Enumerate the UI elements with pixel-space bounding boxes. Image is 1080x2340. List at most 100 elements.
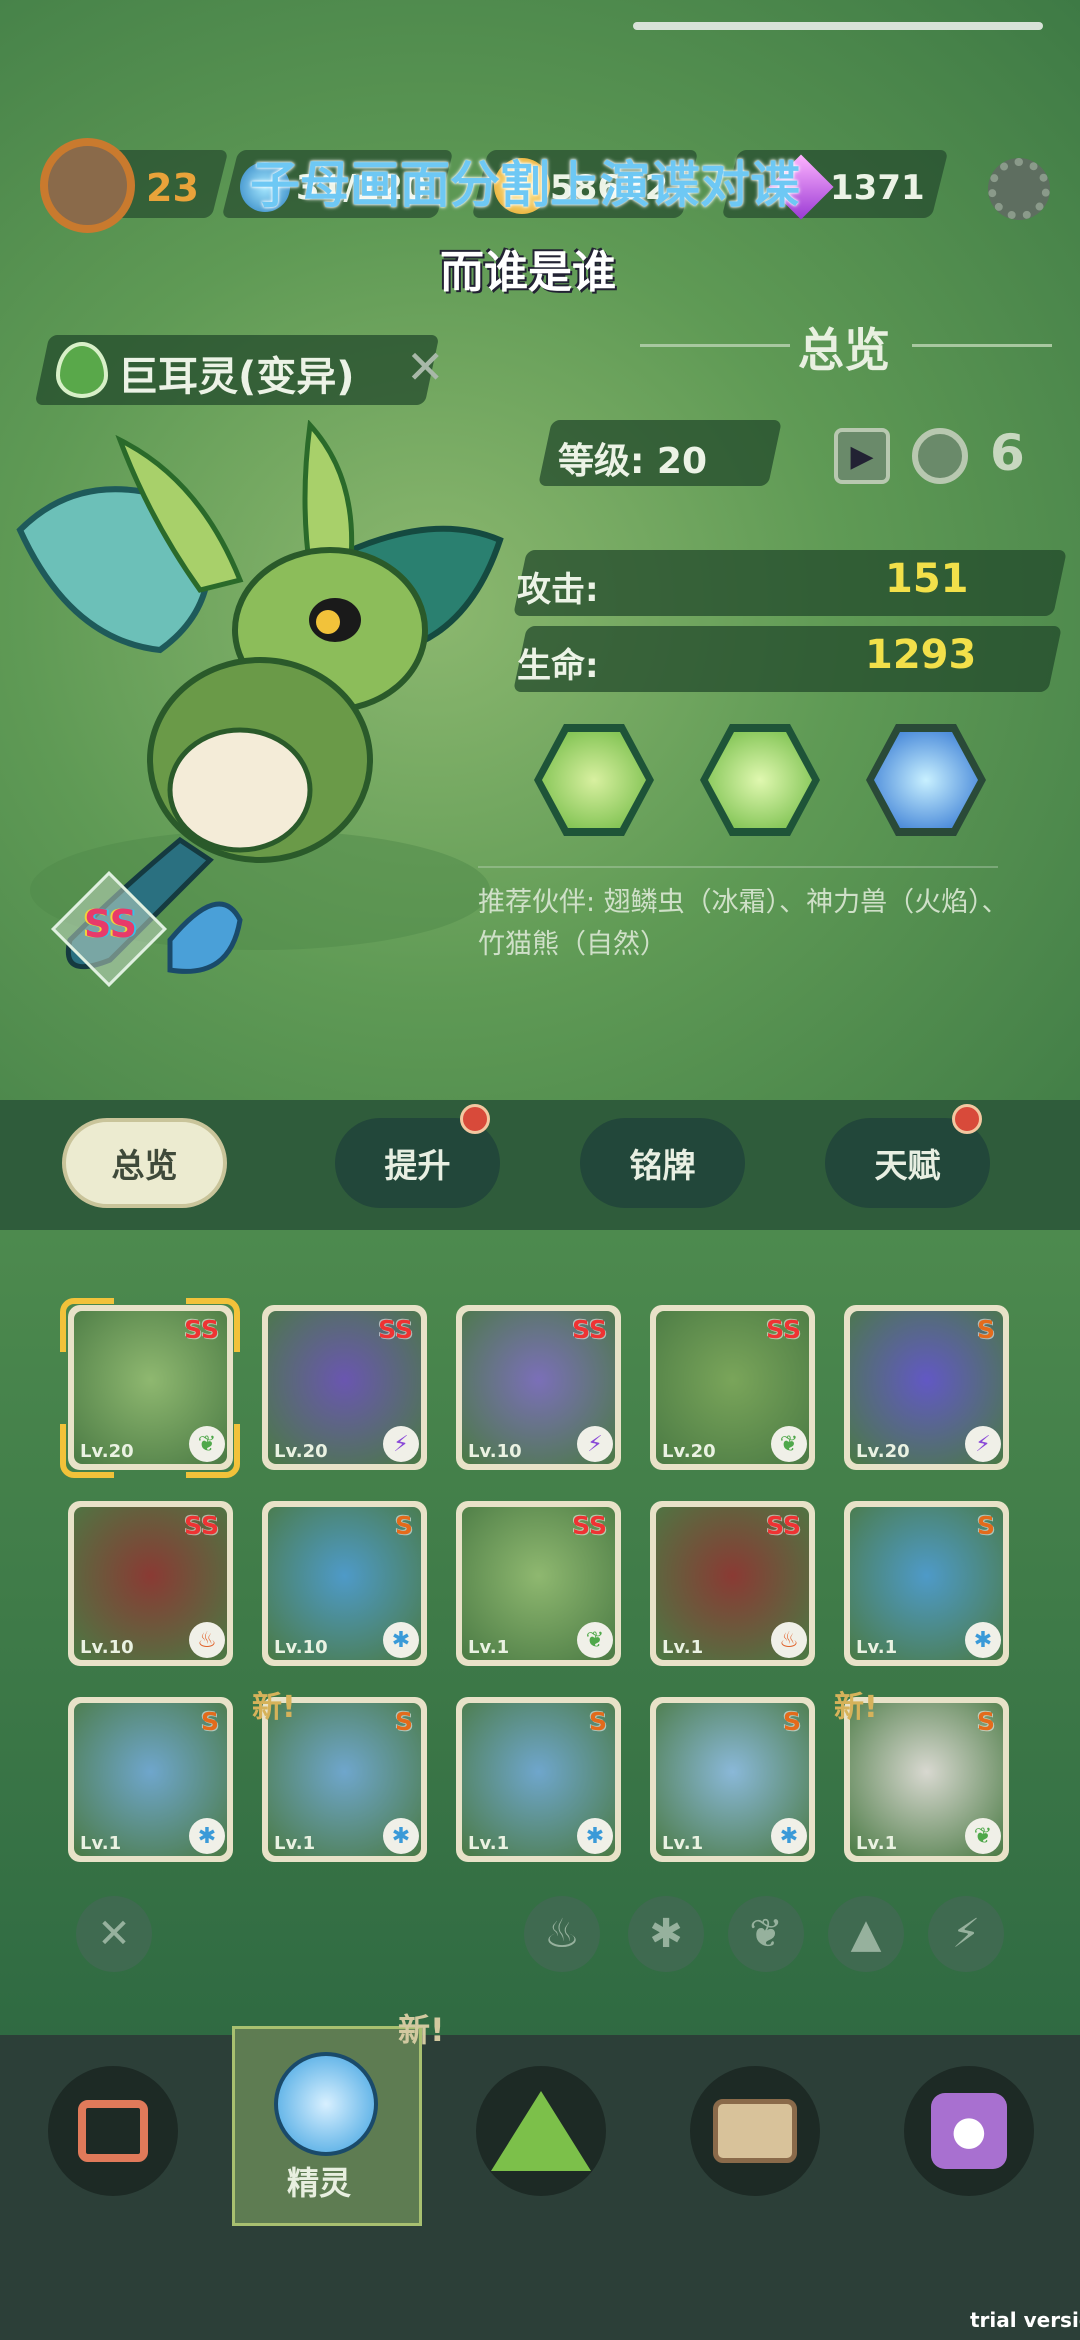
notification-dot	[952, 1104, 982, 1134]
ice-element-icon: ✱	[189, 1818, 225, 1854]
card-level: Lv.1	[274, 1833, 316, 1854]
tab-nameplate[interactable]: 铭牌	[580, 1118, 745, 1208]
monster-card[interactable]: S Lv.1 ✱	[650, 1697, 815, 1862]
monster-card[interactable]: SS Lv.10 ⚡	[456, 1305, 621, 1470]
bolt-element-icon: ⚡	[383, 1426, 419, 1462]
nav-label-spirit[interactable]: 精灵	[287, 2158, 351, 2204]
divider	[478, 866, 998, 868]
monster-portrait: SS Lv.20 ⚡	[268, 1311, 421, 1464]
system-bar	[633, 22, 1043, 30]
monster-portrait: S Lv.1 ✱	[74, 1703, 227, 1856]
nav-map-button[interactable]: ●	[904, 2066, 1034, 2196]
card-level: Lv.20	[274, 1441, 328, 1462]
card-level: Lv.10	[80, 1637, 134, 1658]
card-rank: SS	[766, 1315, 801, 1344]
monster-card[interactable]: S Lv.1 ✱	[844, 1501, 1009, 1666]
bolt-element-icon: ⚡	[965, 1426, 1001, 1462]
monster-portrait: S Lv.1 ✱	[850, 1507, 1003, 1660]
monster-card[interactable]: SS Lv.20 ⚡	[262, 1305, 427, 1470]
monster-card[interactable]: SS Lv.20 ❦	[650, 1305, 815, 1470]
attack-label: 攻击:	[517, 570, 599, 610]
card-rank: SS	[572, 1315, 607, 1344]
new-badge: 新!	[834, 1690, 878, 1725]
card-rank: S	[394, 1707, 413, 1736]
card-level: Lv.1	[80, 1833, 122, 1854]
ice-element-icon: ✱	[771, 1818, 807, 1854]
leaf-element-icon: ❦	[577, 1622, 613, 1658]
recommend-text: 推荐伙伴: 翅鳞虫（冰霜）、神力兽（火焰）、竹猫熊（自然）	[478, 887, 1009, 960]
divider-right	[912, 344, 1052, 347]
mountain-icon	[491, 2091, 591, 2171]
player-avatar[interactable]	[40, 138, 135, 233]
selection-frame	[60, 1298, 240, 1478]
seed-skill-icon	[708, 732, 812, 828]
monster-portrait: S Lv.20 ⚡	[850, 1311, 1003, 1464]
shop-icon	[78, 2100, 148, 2162]
monster-portrait: SS Lv.1 ❦	[462, 1507, 615, 1660]
tab-overview[interactable]: 总览	[62, 1118, 227, 1208]
card-level: Lv.20	[662, 1441, 716, 1462]
play-icon[interactable]: ▶	[834, 428, 890, 484]
watermark: trial version	[970, 2308, 1080, 2332]
monster-card[interactable]: SS Lv.1 ♨	[650, 1501, 815, 1666]
close-icon[interactable]: ✕	[406, 340, 445, 394]
monster-card[interactable]: S Lv.20 ⚡	[844, 1305, 1009, 1470]
ice-element-icon: ✱	[965, 1622, 1001, 1658]
leaf-element-icon: ❦	[965, 1818, 1001, 1854]
settings-gear-icon[interactable]	[988, 158, 1050, 220]
monster-portrait: SS Lv.20 ❦	[656, 1311, 809, 1464]
nav-explore-button[interactable]	[476, 2066, 606, 2196]
bolt-element-icon: ⚡	[577, 1426, 613, 1462]
monster-card[interactable]: S Lv.1 ✱	[68, 1697, 233, 1862]
divider-left	[640, 344, 790, 347]
card-rank: S	[588, 1707, 607, 1736]
nav-shop-button[interactable]	[48, 2066, 178, 2196]
monster-portrait: SS Lv.10 ⚡	[462, 1311, 615, 1464]
fire-element-icon: ♨	[189, 1622, 225, 1658]
card-rank: SS	[572, 1511, 607, 1540]
card-level: Lv.1	[662, 1637, 704, 1658]
monster-card[interactable]: SS Lv.10 ♨	[68, 1501, 233, 1666]
card-rank: S	[976, 1511, 995, 1540]
card-rank: S	[976, 1315, 995, 1344]
lock-icon[interactable]: 6	[990, 424, 1025, 482]
bolt-filter-icon[interactable]: ⚡	[928, 1896, 1004, 1972]
monster-portrait: SS Lv.1 ♨	[656, 1507, 809, 1660]
attack-value: 151	[885, 556, 969, 602]
hp-label: 生命:	[517, 646, 599, 686]
monster-portrait: S Lv.1 ✱	[462, 1703, 615, 1856]
fire-filter-icon[interactable]: ♨	[524, 1896, 600, 1972]
spirit-icon[interactable]	[274, 2052, 378, 2156]
card-rank: SS	[184, 1511, 219, 1540]
monster-card[interactable]: S Lv.10 ✱	[262, 1501, 427, 1666]
monster-portrait: SS Lv.10 ♨	[74, 1507, 227, 1660]
level-label: 等级: 20	[558, 441, 708, 482]
ice-element-icon: ✱	[383, 1622, 419, 1658]
monster-portrait: S Lv.10 ✱	[268, 1507, 421, 1660]
card-level: Lv.20	[856, 1441, 910, 1462]
gem-value: 1371	[830, 168, 925, 208]
card-level: Lv.1	[468, 1637, 510, 1658]
monster-card[interactable]: SS Lv.1 ❦	[456, 1501, 621, 1666]
wind-skill-icon	[542, 732, 646, 828]
overlay-caption: 子母画面分割上演谍对谍	[250, 156, 800, 214]
leaf-filter-icon[interactable]: ❦	[728, 1896, 804, 1972]
leaf-element-icon: ❦	[771, 1426, 807, 1462]
card-rank: S	[394, 1511, 413, 1540]
card-rank: S	[782, 1707, 801, 1736]
card-rank: SS	[378, 1315, 413, 1344]
nav-chest-button[interactable]	[690, 2066, 820, 2196]
fire-element-icon: ♨	[771, 1622, 807, 1658]
earth-filter-icon[interactable]: ▲	[828, 1896, 904, 1972]
monster-card[interactable]: S Lv.1 ✱	[456, 1697, 621, 1862]
ice-element-icon: ✱	[383, 1818, 419, 1854]
ice-filter-icon[interactable]: ✱	[628, 1896, 704, 1972]
hp-value: 1293	[865, 632, 977, 678]
overview-title: 总览	[798, 323, 890, 377]
clear-filter-icon[interactable]: ✕	[76, 1896, 152, 1972]
record-icon[interactable]	[912, 428, 968, 484]
rank-label: SS	[84, 902, 138, 946]
card-level: Lv.10	[468, 1441, 522, 1462]
card-rank: SS	[766, 1511, 801, 1540]
ice-element-icon: ✱	[577, 1818, 613, 1854]
